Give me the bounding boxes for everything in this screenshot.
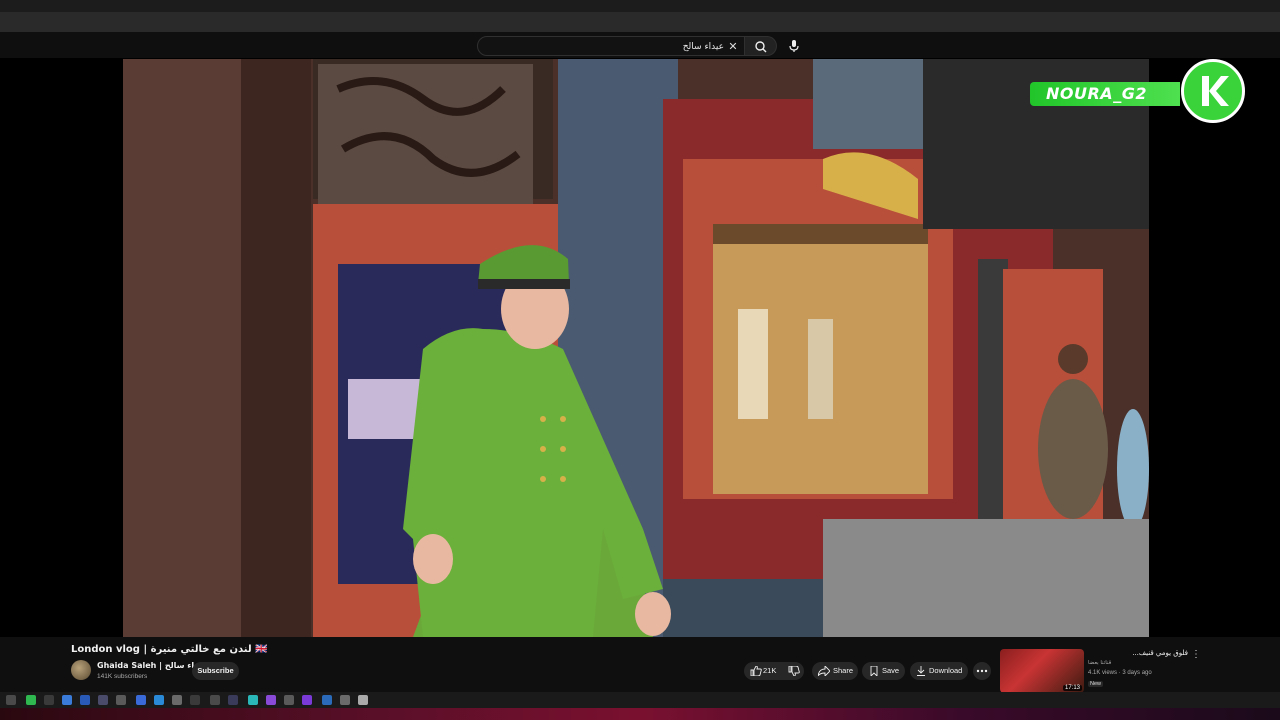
new-badge: New	[1088, 681, 1104, 687]
app-icon-14[interactable]	[266, 695, 276, 705]
video-frame	[123, 59, 1149, 637]
share-label: Share	[833, 666, 854, 675]
search-icon	[755, 41, 767, 53]
recommended-thumbnail[interactable]: 17:13	[1000, 649, 1084, 693]
video-player[interactable]	[123, 59, 1149, 637]
search-input[interactable]	[486, 39, 726, 55]
app-icon-11[interactable]	[210, 695, 220, 705]
app-icon-4[interactable]	[80, 695, 90, 705]
watermark-name: NOURA_G2	[1030, 82, 1180, 106]
more-actions-button[interactable]	[973, 662, 991, 680]
app-icon-15[interactable]	[284, 695, 294, 705]
recommended-channel[interactable]: قناتنا بعضا	[1088, 660, 1111, 666]
like-dislike-pill: 21K	[744, 662, 804, 680]
share-button[interactable]: Share	[812, 662, 858, 680]
search-box: ✕	[477, 36, 745, 56]
thumbs-up-icon[interactable]	[750, 666, 762, 676]
subscriber-count: 141K subscribers	[97, 673, 148, 680]
more-horizontal-icon	[976, 669, 988, 673]
app-icon-1[interactable]	[26, 695, 36, 705]
bookmark-icon	[870, 666, 878, 676]
video-title: London vlog | لندن مع خالتي منيرة 🇬🇧	[71, 644, 268, 655]
more-vertical-icon[interactable]: ⋮	[1190, 650, 1202, 662]
app-icon-16[interactable]	[302, 695, 312, 705]
app-icon-7[interactable]	[136, 695, 146, 705]
app-icon-10[interactable]	[190, 695, 200, 705]
desktop-wallpaper-strip	[0, 708, 1280, 720]
microphone-icon	[789, 40, 799, 52]
thumbs-down-icon[interactable]	[788, 666, 800, 676]
app-icon-13[interactable]	[248, 695, 258, 705]
channel-name[interactable]: Ghaida Saleh | عيداء سالح	[97, 661, 207, 670]
app-icon-9[interactable]	[172, 695, 182, 705]
voice-search-button[interactable]	[784, 36, 804, 56]
recommended-duration: 17:13	[1062, 685, 1082, 691]
channel-avatar[interactable]	[71, 660, 91, 680]
share-icon	[818, 666, 830, 676]
app-icon-5[interactable]	[98, 695, 108, 705]
download-button[interactable]: Download	[910, 662, 968, 680]
k-logo-icon	[1202, 76, 1229, 106]
browser-top-bar	[0, 0, 1280, 12]
app-icon-17[interactable]	[322, 695, 332, 705]
app-icon-18[interactable]	[340, 695, 350, 705]
search-button[interactable]	[745, 36, 777, 56]
download-icon	[917, 666, 925, 676]
download-label: Download	[929, 666, 963, 675]
app-icon-6[interactable]	[116, 695, 126, 705]
watermark-logo	[1181, 59, 1245, 123]
start-icon[interactable]	[6, 695, 16, 705]
app-icon-12[interactable]	[228, 695, 238, 705]
app-icon-2[interactable]	[44, 695, 54, 705]
save-button[interactable]: Save	[862, 662, 905, 680]
close-icon[interactable]: ✕	[726, 40, 740, 54]
save-label: Save	[882, 666, 900, 675]
app-icon-8[interactable]	[154, 695, 164, 705]
app-icon-3[interactable]	[62, 695, 72, 705]
browser-tab-strip	[0, 12, 1280, 33]
like-count[interactable]: 21K	[763, 662, 776, 680]
recommended-title[interactable]: فلوق يومي قنيف...	[1088, 649, 1188, 657]
app-icon-19[interactable]	[358, 695, 368, 705]
recommended-meta: 4.1K views · 3 days ago	[1088, 670, 1152, 676]
subscribe-button[interactable]: Subscribe	[192, 662, 239, 680]
